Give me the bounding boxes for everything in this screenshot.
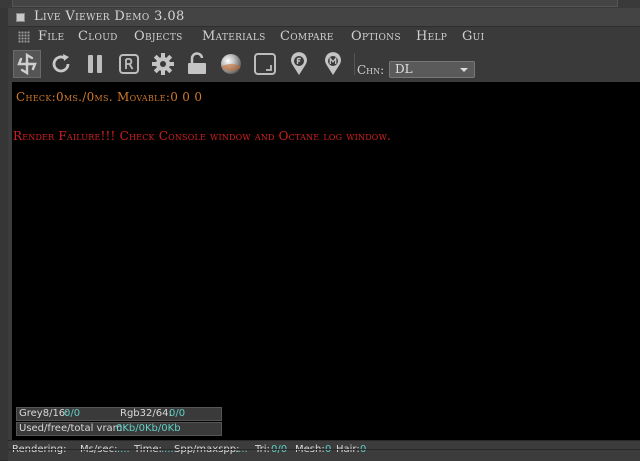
pin-f-button[interactable] bbox=[285, 50, 313, 78]
pin-f-icon bbox=[291, 52, 307, 75]
texture-stats-box: Grey8/16: 0/0 Rgb32/64: 0/0 bbox=[16, 407, 222, 421]
clay-mode-button[interactable] bbox=[13, 50, 41, 78]
background-window-strip bbox=[0, 0, 640, 8]
refresh-button[interactable] bbox=[47, 50, 75, 78]
region-render-button[interactable] bbox=[115, 50, 143, 78]
pin-m-icon bbox=[325, 52, 341, 75]
pin-m-button[interactable] bbox=[319, 50, 347, 78]
vram-value: 0Kb/0Kb/0Kb bbox=[116, 423, 181, 434]
vram-stats-box: Used/free/total vram: 0Kb/0Kb/0Kb bbox=[16, 422, 222, 436]
title-bar[interactable]: Live Viewer Demo 3.08 bbox=[8, 8, 640, 27]
region-r-icon bbox=[119, 54, 139, 74]
menu-compare[interactable]: Compare bbox=[280, 29, 334, 44]
pause-icon bbox=[88, 55, 102, 73]
menu-file[interactable]: File bbox=[38, 29, 64, 44]
channel-label: Chn: bbox=[357, 63, 385, 77]
window-icon[interactable] bbox=[16, 13, 25, 22]
window-bottom-border bbox=[8, 449, 640, 450]
refresh-icon bbox=[52, 54, 70, 73]
status-bar: Rendering: Ms/sec: .... Time: .... Spp/m… bbox=[8, 440, 640, 461]
menu-grip-icon[interactable] bbox=[18, 31, 30, 43]
gear-icon bbox=[152, 53, 174, 75]
lock-open-icon bbox=[188, 52, 206, 74]
menu-cloud[interactable]: Cloud bbox=[78, 29, 118, 44]
rgb-value: 0/0 bbox=[169, 408, 186, 419]
clay-mode-icon bbox=[17, 52, 37, 76]
grey-value: 0/0 bbox=[64, 408, 81, 419]
rgb-label: Rgb32/64: bbox=[120, 408, 172, 419]
channel-select-value: DL bbox=[395, 62, 413, 76]
menu-options[interactable]: Options bbox=[351, 29, 401, 44]
live-viewer-window: Live Viewer Demo 3.08 File Cloud Objects… bbox=[8, 8, 640, 461]
menu-objects[interactable]: Objects bbox=[134, 29, 183, 44]
sphere-material-icon bbox=[221, 54, 241, 74]
menu-gui[interactable]: Gui bbox=[462, 29, 484, 44]
menu-materials[interactable]: Materials bbox=[202, 29, 266, 44]
vram-label: Used/free/total vram: bbox=[19, 423, 126, 434]
grey-label: Grey8/16: bbox=[19, 408, 69, 419]
background-left-panel bbox=[0, 8, 8, 460]
settings-button[interactable] bbox=[149, 50, 177, 78]
material-preview-button[interactable] bbox=[217, 50, 245, 78]
toolbar-separator bbox=[354, 53, 355, 75]
focus-frame-icon bbox=[254, 53, 276, 75]
menu-bar: File Cloud Objects Materials Compare Opt… bbox=[8, 27, 640, 47]
lock-button[interactable] bbox=[183, 50, 211, 78]
render-error-message: Render Failure!!! Check Console window a… bbox=[13, 129, 392, 143]
menu-help[interactable]: Help bbox=[416, 29, 447, 44]
render-viewport[interactable]: Check:0ms./0ms. Movable:0 0 0 Render Fai… bbox=[12, 82, 640, 440]
window-title: Live Viewer Demo 3.08 bbox=[34, 9, 185, 24]
pause-button[interactable] bbox=[81, 50, 109, 78]
channel-select[interactable]: DL bbox=[389, 61, 475, 78]
chevron-down-icon bbox=[460, 68, 468, 72]
toolbar: Chn: DL bbox=[8, 47, 640, 81]
check-status-text: Check:0ms./0ms. Movable:0 0 0 bbox=[16, 90, 203, 104]
focus-frame-button[interactable] bbox=[251, 50, 279, 78]
